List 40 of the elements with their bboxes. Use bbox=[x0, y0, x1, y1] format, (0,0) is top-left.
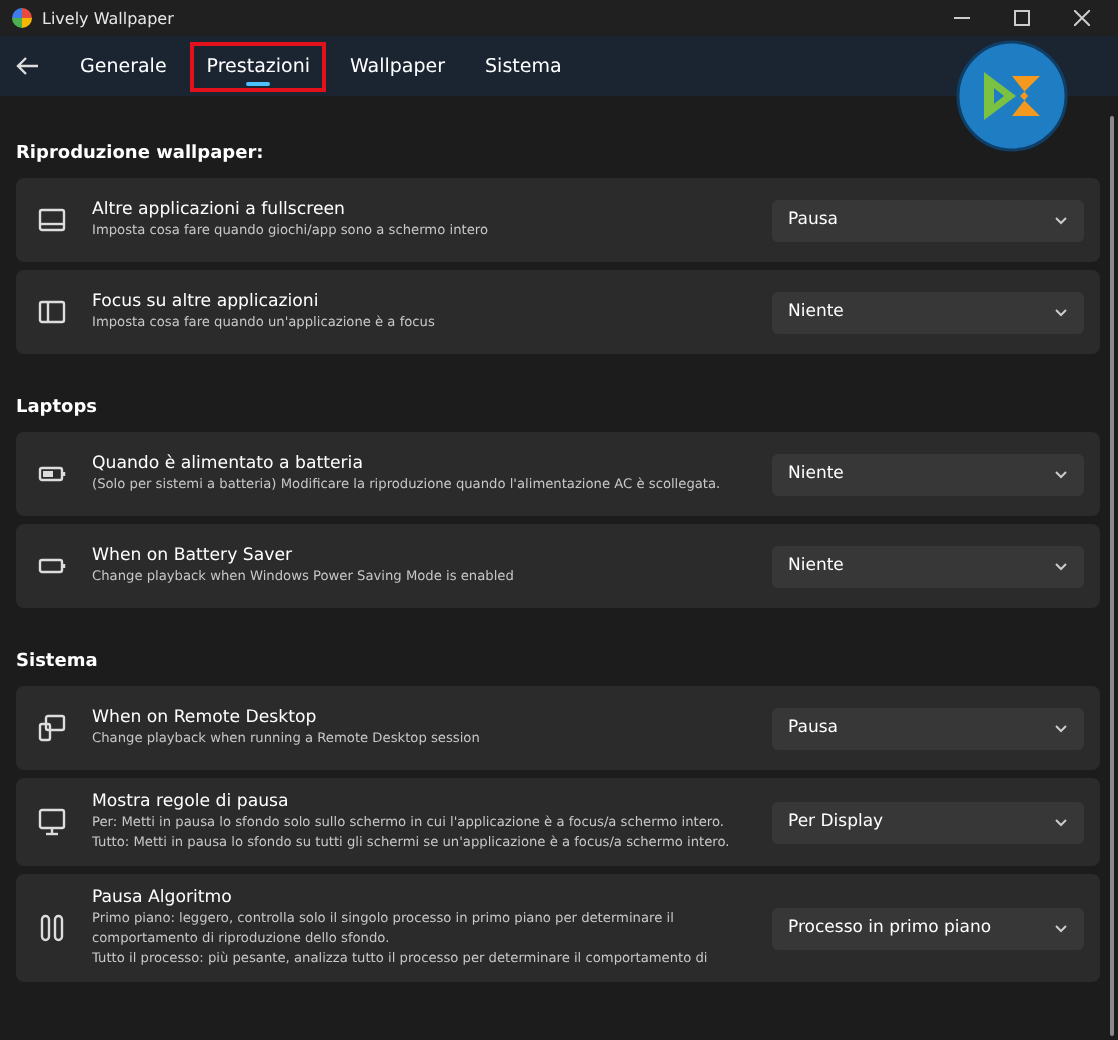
section-heading: Riproduzione wallpaper: bbox=[16, 142, 266, 168]
dropdown[interactable]: Niente bbox=[772, 545, 1084, 587]
monitor-icon bbox=[36, 806, 68, 839]
nav-tab[interactable]: Prestazioni bbox=[190, 41, 326, 91]
setting-title: When on Remote Desktop bbox=[92, 707, 319, 728]
scrollbar[interactable] bbox=[1110, 116, 1114, 1036]
chevron-icon bbox=[1054, 817, 1068, 828]
dropdown[interactable]: Pausa bbox=[772, 707, 1084, 749]
logo-drawing bbox=[956, 40, 1068, 152]
setting-title: When on Battery Saver bbox=[92, 545, 295, 566]
window-title: Lively Wallpaper bbox=[42, 9, 176, 27]
dropdown[interactable]: Niente bbox=[772, 453, 1084, 495]
setting-title: Mostra regole di pausa bbox=[92, 792, 291, 812]
pause-icon bbox=[36, 912, 68, 945]
dropdown[interactable]: Processo in primo piano bbox=[772, 907, 1084, 950]
back-arrow-icon[interactable] bbox=[16, 56, 40, 76]
screen-icon bbox=[36, 204, 68, 236]
nav-tab[interactable]: Generale bbox=[64, 41, 183, 91]
close-icon[interactable] bbox=[1074, 10, 1090, 26]
section-heading: Laptops bbox=[16, 396, 100, 422]
maximize-icon[interactable] bbox=[1014, 10, 1030, 26]
panel-icon bbox=[36, 296, 68, 328]
setting-title: Quando è alimentato a batteria bbox=[92, 453, 365, 474]
chevron-icon bbox=[1054, 923, 1068, 934]
setting-title: Focus su altre applicazioni bbox=[92, 291, 321, 312]
devices-icon bbox=[36, 712, 68, 744]
dropdown[interactable]: Pausa bbox=[772, 199, 1084, 241]
section-heading: Sistema bbox=[16, 650, 100, 676]
dropdown[interactable]: Per Display bbox=[772, 801, 1084, 844]
chevron-icon bbox=[1054, 561, 1068, 571]
chevron-icon bbox=[1054, 469, 1068, 479]
chevron-icon bbox=[1054, 307, 1068, 317]
nav-tab[interactable]: Sistema bbox=[469, 41, 578, 91]
app-logo-icon bbox=[12, 8, 32, 28]
setting-title: Altre applicazioni a fullscreen bbox=[92, 199, 347, 220]
setting-title: Pausa Algoritmo bbox=[92, 888, 234, 909]
nav-tab[interactable]: Wallpaper bbox=[334, 41, 462, 91]
dropdown[interactable]: Niente bbox=[772, 291, 1084, 333]
chevron-icon bbox=[1054, 215, 1068, 225]
chevron-icon bbox=[1054, 723, 1068, 733]
